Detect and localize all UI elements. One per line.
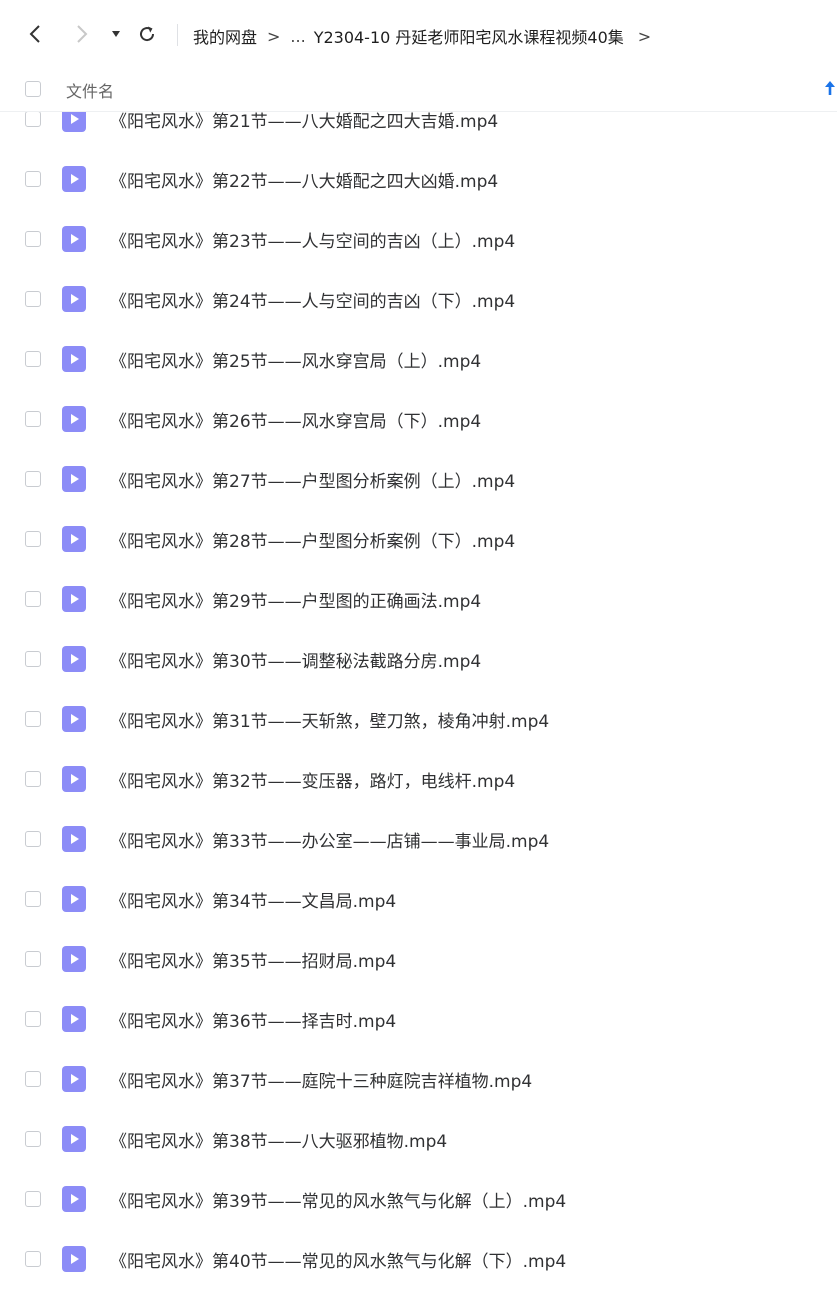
file-name[interactable]: 《阳宅风水》第29节——户型图的正确画法.mp4 [110, 587, 481, 612]
file-checkbox[interactable] [25, 651, 41, 667]
file-checkbox[interactable] [25, 171, 41, 187]
video-file-icon [62, 1126, 86, 1152]
file-name[interactable]: 《阳宅风水》第22节——八大婚配之四大凶婚.mp4 [110, 167, 498, 192]
breadcrumb-current-folder[interactable]: Y2304-10 丹延老师阳宅风水课程视频40集 [314, 24, 624, 48]
video-file-icon [62, 886, 86, 912]
video-file-icon [62, 406, 86, 432]
file-list: 《阳宅风水》第21节——八大婚配之四大吉婚.mp4 《阳宅风水》第22节——八大婚… [0, 89, 837, 1289]
file-name[interactable]: 《阳宅风水》第34节——文昌局.mp4 [110, 887, 396, 912]
file-row[interactable]: 《阳宅风水》第31节——天斩煞，壁刀煞，棱角冲射.mp4 [0, 689, 837, 749]
file-checkbox[interactable] [25, 951, 41, 967]
file-checkbox[interactable] [25, 351, 41, 367]
file-name[interactable]: 《阳宅风水》第36节——择吉时.mp4 [110, 1007, 396, 1032]
file-row[interactable]: 《阳宅风水》第25节——风水穿宫局（上）.mp4 [0, 329, 837, 389]
file-row[interactable]: 《阳宅风水》第40节——常见的风水煞气与化解（下）.mp4 [0, 1229, 837, 1289]
file-checkbox[interactable] [25, 1131, 41, 1147]
file-name[interactable]: 《阳宅风水》第37节——庭院十三种庭院吉祥植物.mp4 [110, 1067, 532, 1092]
file-row[interactable]: 《阳宅风水》第28节——户型图分析案例（下）.mp4 [0, 509, 837, 569]
video-file-icon [62, 1066, 86, 1092]
column-header-filename[interactable]: 文件名 [66, 78, 114, 102]
video-file-icon [62, 946, 86, 972]
select-all-checkbox[interactable] [25, 81, 41, 97]
video-file-icon [62, 226, 86, 252]
video-file-icon [62, 826, 86, 852]
video-file-icon [62, 1246, 86, 1272]
file-row[interactable]: 《阳宅风水》第24节——人与空间的吉凶（下）.mp4 [0, 269, 837, 329]
file-row[interactable]: 《阳宅风水》第23节——人与空间的吉凶（上）.mp4 [0, 209, 837, 269]
video-file-icon [62, 586, 86, 612]
file-name[interactable]: 《阳宅风水》第39节——常见的风水煞气与化解（上）.mp4 [110, 1187, 566, 1212]
file-name[interactable]: 《阳宅风水》第35节——招财局.mp4 [110, 947, 396, 972]
forward-arrow-icon[interactable] [73, 22, 91, 46]
file-checkbox[interactable] [25, 771, 41, 787]
navigation-bar: 我的网盘 > ... Y2304-10 丹延老师阳宅风水课程视频40集 > [0, 0, 837, 69]
file-row[interactable]: 《阳宅风水》第30节——调整秘法截路分房.mp4 [0, 629, 837, 689]
breadcrumb-root[interactable]: 我的网盘 [193, 24, 257, 48]
breadcrumb-ellipsis[interactable]: ... [290, 27, 305, 46]
file-name[interactable]: 《阳宅风水》第40节——常见的风水煞气与化解（下）.mp4 [110, 1247, 566, 1272]
file-checkbox[interactable] [25, 411, 41, 427]
file-checkbox[interactable] [25, 1071, 41, 1087]
file-checkbox[interactable] [25, 891, 41, 907]
file-name[interactable]: 《阳宅风水》第23节——人与空间的吉凶（上）.mp4 [110, 227, 515, 252]
video-file-icon [62, 706, 86, 732]
file-name[interactable]: 《阳宅风水》第30节——调整秘法截路分房.mp4 [110, 647, 481, 672]
file-checkbox[interactable] [25, 1251, 41, 1267]
sort-up-arrow-icon[interactable] [824, 80, 836, 100]
video-file-icon [62, 646, 86, 672]
file-row[interactable]: 《阳宅风水》第38节——八大驱邪植物.mp4 [0, 1109, 837, 1169]
file-checkbox[interactable] [25, 591, 41, 607]
breadcrumb-separator-icon: > [267, 26, 281, 46]
file-checkbox[interactable] [25, 711, 41, 727]
file-checkbox[interactable] [25, 531, 41, 547]
file-checkbox[interactable] [25, 291, 41, 307]
file-checkbox[interactable] [25, 831, 41, 847]
file-row[interactable]: 《阳宅风水》第35节——招财局.mp4 [0, 929, 837, 989]
file-checkbox[interactable] [25, 1011, 41, 1027]
file-row[interactable]: 《阳宅风水》第33节——办公室——店铺——事业局.mp4 [0, 809, 837, 869]
file-row[interactable]: 《阳宅风水》第27节——户型图分析案例（上）.mp4 [0, 449, 837, 509]
video-file-icon [62, 526, 86, 552]
file-name[interactable]: 《阳宅风水》第38节——八大驱邪植物.mp4 [110, 1127, 447, 1152]
file-row[interactable]: 《阳宅风水》第39节——常见的风水煞气与化解（上）.mp4 [0, 1169, 837, 1229]
file-row[interactable]: 《阳宅风水》第26节——风水穿宫局（下）.mp4 [0, 389, 837, 449]
file-checkbox[interactable] [25, 1191, 41, 1207]
file-name[interactable]: 《阳宅风水》第24节——人与空间的吉凶（下）.mp4 [110, 287, 515, 312]
file-checkbox[interactable] [25, 231, 41, 247]
nav-divider [177, 24, 178, 46]
file-name[interactable]: 《阳宅风水》第25节——风水穿宫局（上）.mp4 [110, 347, 481, 372]
file-checkbox[interactable] [25, 111, 41, 127]
video-file-icon [62, 286, 86, 312]
video-file-icon [62, 1186, 86, 1212]
file-name[interactable]: 《阳宅风水》第28节——户型图分析案例（下）.mp4 [110, 527, 515, 552]
file-row[interactable]: 《阳宅风水》第36节——择吉时.mp4 [0, 989, 837, 1049]
file-row[interactable]: 《阳宅风水》第29节——户型图的正确画法.mp4 [0, 569, 837, 629]
refresh-icon[interactable] [136, 22, 158, 46]
file-row[interactable]: 《阳宅风水》第32节——变压器，路灯，电线杆.mp4 [0, 749, 837, 809]
file-row[interactable]: 《阳宅风水》第34节——文昌局.mp4 [0, 869, 837, 929]
file-row[interactable]: 《阳宅风水》第22节——八大婚配之四大凶婚.mp4 [0, 149, 837, 209]
file-name[interactable]: 《阳宅风水》第26节——风水穿宫局（下）.mp4 [110, 407, 481, 432]
file-row[interactable]: 《阳宅风水》第37节——庭院十三种庭院吉祥植物.mp4 [0, 1049, 837, 1109]
video-file-icon [62, 346, 86, 372]
video-file-icon [62, 466, 86, 492]
back-arrow-icon[interactable] [26, 22, 44, 46]
file-name[interactable]: 《阳宅风水》第31节——天斩煞，壁刀煞，棱角冲射.mp4 [110, 707, 549, 732]
file-list-header: 文件名 [0, 68, 837, 112]
breadcrumb-separator-icon: > [637, 26, 652, 46]
video-file-icon [62, 166, 86, 192]
file-name[interactable]: 《阳宅风水》第33节——办公室——店铺——事业局.mp4 [110, 827, 549, 852]
file-name[interactable]: 《阳宅风水》第32节——变压器，路灯，电线杆.mp4 [110, 767, 515, 792]
file-checkbox[interactable] [25, 471, 41, 487]
history-dropdown-icon[interactable] [109, 22, 123, 46]
video-file-icon [62, 1006, 86, 1032]
file-name[interactable]: 《阳宅风水》第27节——户型图分析案例（上）.mp4 [110, 467, 515, 492]
breadcrumb: 我的网盘 > ... Y2304-10 丹延老师阳宅风水课程视频40集 > [193, 23, 661, 49]
video-file-icon [62, 766, 86, 792]
